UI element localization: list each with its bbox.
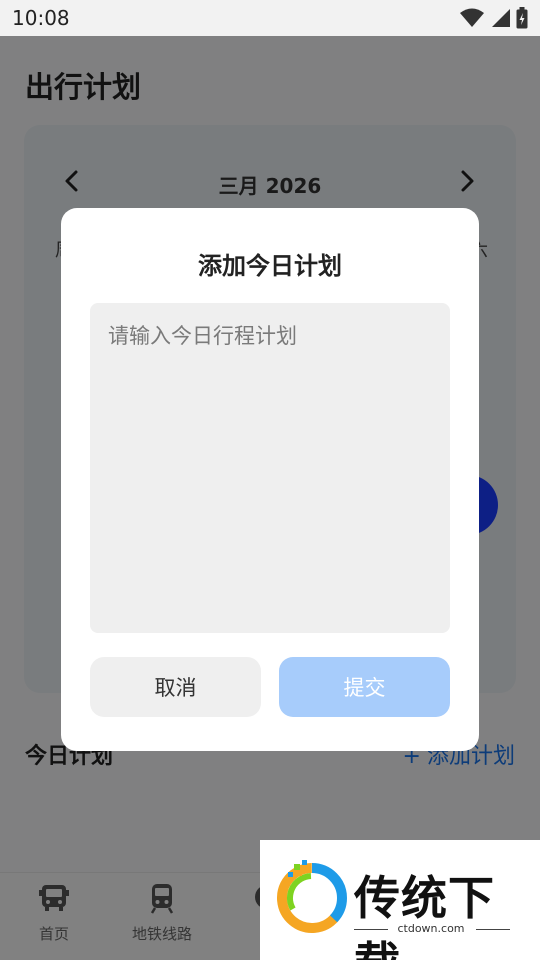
submit-button[interactable]: 提交	[279, 657, 450, 717]
plan-textarea[interactable]	[90, 303, 450, 633]
status-bar: 10:08	[0, 0, 540, 36]
watermark-name: 传统下载	[354, 871, 495, 960]
wifi-icon	[460, 8, 484, 27]
watermark: 传统下载 ctdown.com	[260, 840, 540, 960]
dialog-title: 添加今日计划	[198, 252, 342, 280]
cancel-button[interactable]: 取消	[90, 657, 261, 717]
cellular-signal-icon	[492, 9, 510, 27]
add-plan-dialog: 添加今日计划 取消 提交	[61, 208, 479, 751]
divider	[476, 929, 510, 930]
battery-icon	[516, 7, 528, 29]
status-time: 10:08	[12, 6, 70, 30]
ctdown-logo-icon	[277, 860, 347, 933]
status-icons	[460, 7, 528, 29]
